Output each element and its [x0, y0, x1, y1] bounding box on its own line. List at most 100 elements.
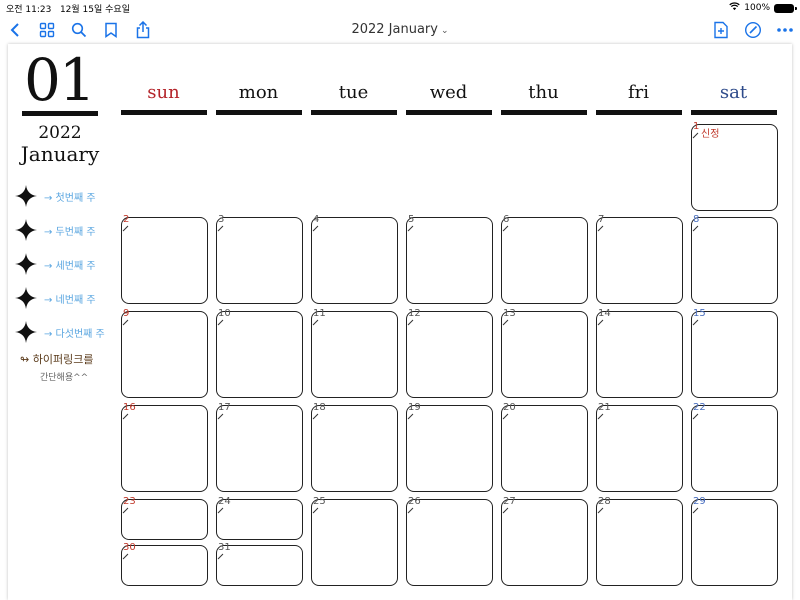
- day-number: 12: [408, 308, 421, 319]
- day-number: 21: [598, 402, 611, 413]
- week-link-label[interactable]: → 세번째 주: [44, 257, 96, 272]
- share-icon[interactable]: [132, 19, 154, 41]
- week-link-label[interactable]: → 두번째 주: [44, 223, 96, 238]
- day-number: 10: [218, 308, 231, 319]
- weekday-underline: [691, 110, 777, 115]
- day-cell-9[interactable]: [121, 311, 208, 398]
- day-number: 15: [693, 308, 706, 319]
- weekday-header-wed: wed: [429, 82, 468, 103]
- sparkle-star-icon: [15, 219, 37, 241]
- week-link-4[interactable]: → 네번째 주: [14, 286, 96, 310]
- day-number: 5: [408, 214, 415, 225]
- day-cell-11[interactable]: [311, 311, 398, 398]
- day-cell-12[interactable]: [406, 311, 493, 398]
- pen-edit-icon[interactable]: [742, 19, 764, 41]
- week-link-label[interactable]: → 네번째 주: [44, 291, 96, 306]
- sparkle-star-icon: [15, 253, 37, 275]
- note-line-1-text: 하이퍼링크를: [32, 353, 94, 366]
- day-number: 22: [693, 402, 706, 413]
- status-time: 오전 11:23: [6, 5, 52, 15]
- day-cell-20[interactable]: [501, 405, 588, 492]
- grid-icon[interactable]: [36, 19, 58, 41]
- day-cell-15[interactable]: [691, 311, 778, 398]
- add-page-icon[interactable]: [710, 19, 732, 41]
- day-number: 11: [313, 308, 326, 319]
- day-cell-7[interactable]: [596, 217, 683, 304]
- day-cell-21[interactable]: [596, 405, 683, 492]
- day-number: 8: [693, 214, 700, 225]
- day-cell-25[interactable]: [311, 499, 398, 586]
- day-number: 6: [503, 214, 510, 225]
- day-cell-28[interactable]: [596, 499, 683, 586]
- day-cell-22[interactable]: [691, 405, 778, 492]
- sparkle-star-icon: [15, 321, 37, 343]
- day-cell-27[interactable]: [501, 499, 588, 586]
- week-link-5[interactable]: → 다섯번째 주: [14, 320, 105, 344]
- weekday-underline: [501, 110, 587, 115]
- document-title-text[interactable]: 2022 January: [351, 22, 438, 37]
- chevron-down-icon[interactable]: ⌄: [441, 26, 449, 36]
- battery-icon: [774, 3, 797, 13]
- day-number: 18: [313, 402, 326, 413]
- status-time-date: 오전 11:23 12월 15일 수요일: [6, 2, 130, 15]
- weekday-underline: [311, 110, 397, 115]
- month-number: 01: [24, 46, 96, 114]
- day-number: 20: [503, 402, 516, 413]
- weekday-underline: [121, 110, 207, 115]
- day-number: 25: [313, 496, 326, 507]
- day-number: 2: [123, 214, 130, 225]
- weekday-header-sat: sat: [719, 82, 748, 103]
- more-icon[interactable]: [774, 19, 796, 41]
- weekday-underline: [596, 110, 682, 115]
- week-link-label[interactable]: → 다섯번째 주: [44, 325, 105, 340]
- weekday-underline: [216, 110, 302, 115]
- wifi-icon: [729, 2, 740, 14]
- day-cell-14[interactable]: [596, 311, 683, 398]
- day-number: 3: [218, 214, 225, 225]
- battery-percent: 100%: [744, 3, 770, 13]
- status-date: 12월 15일 수요일: [59, 5, 130, 15]
- search-icon[interactable]: [68, 19, 90, 41]
- week-link-1[interactable]: → 첫번째 주: [14, 184, 96, 208]
- weekday-underline: [406, 110, 492, 115]
- weekday-header-thu: thu: [528, 82, 559, 103]
- day-cell-6[interactable]: [501, 217, 588, 304]
- day-cell-2[interactable]: [121, 217, 208, 304]
- day-cell-16[interactable]: [121, 405, 208, 492]
- week-link-label[interactable]: → 첫번째 주: [44, 189, 96, 204]
- day-number: 7: [598, 214, 605, 225]
- day-cell-5[interactable]: [406, 217, 493, 304]
- day-number: 19: [408, 402, 421, 413]
- note-line-2: 간단해용^^: [40, 373, 89, 383]
- day-cell-10[interactable]: [216, 311, 303, 398]
- day-cell-4[interactable]: [311, 217, 398, 304]
- day-number: 9: [123, 308, 130, 319]
- sparkle-star-icon: [15, 185, 37, 207]
- day-cell-13[interactable]: [501, 311, 588, 398]
- weekday-header-tue: tue: [338, 82, 369, 103]
- day-cell-18[interactable]: [311, 405, 398, 492]
- day-cell-8[interactable]: [691, 217, 778, 304]
- day-number: 30: [123, 542, 136, 553]
- week-link-3[interactable]: → 세번째 주: [14, 252, 96, 276]
- sparkle-star-icon: [15, 287, 37, 309]
- day-number: 23: [123, 496, 136, 507]
- day-number: 14: [598, 308, 611, 319]
- day-cell-17[interactable]: [216, 405, 303, 492]
- back-icon[interactable]: [4, 19, 26, 41]
- day-number: 26: [408, 496, 421, 507]
- day-number: 16: [123, 402, 136, 413]
- month-underline: [22, 111, 98, 116]
- day-cell-19[interactable]: [406, 405, 493, 492]
- day-number: 29: [693, 496, 706, 507]
- day-number: 17: [218, 402, 231, 413]
- day-cell-26[interactable]: [406, 499, 493, 586]
- month-name: January: [20, 142, 100, 166]
- note-line-1: ↬ 하이퍼링크를: [20, 351, 93, 367]
- curl-icon: ↬: [20, 353, 30, 366]
- bookmark-icon[interactable]: [100, 19, 122, 41]
- day-cell-29[interactable]: [691, 499, 778, 586]
- day-cell-3[interactable]: [216, 217, 303, 304]
- week-link-2[interactable]: → 두번째 주: [14, 218, 96, 242]
- status-right: 100%: [729, 2, 797, 14]
